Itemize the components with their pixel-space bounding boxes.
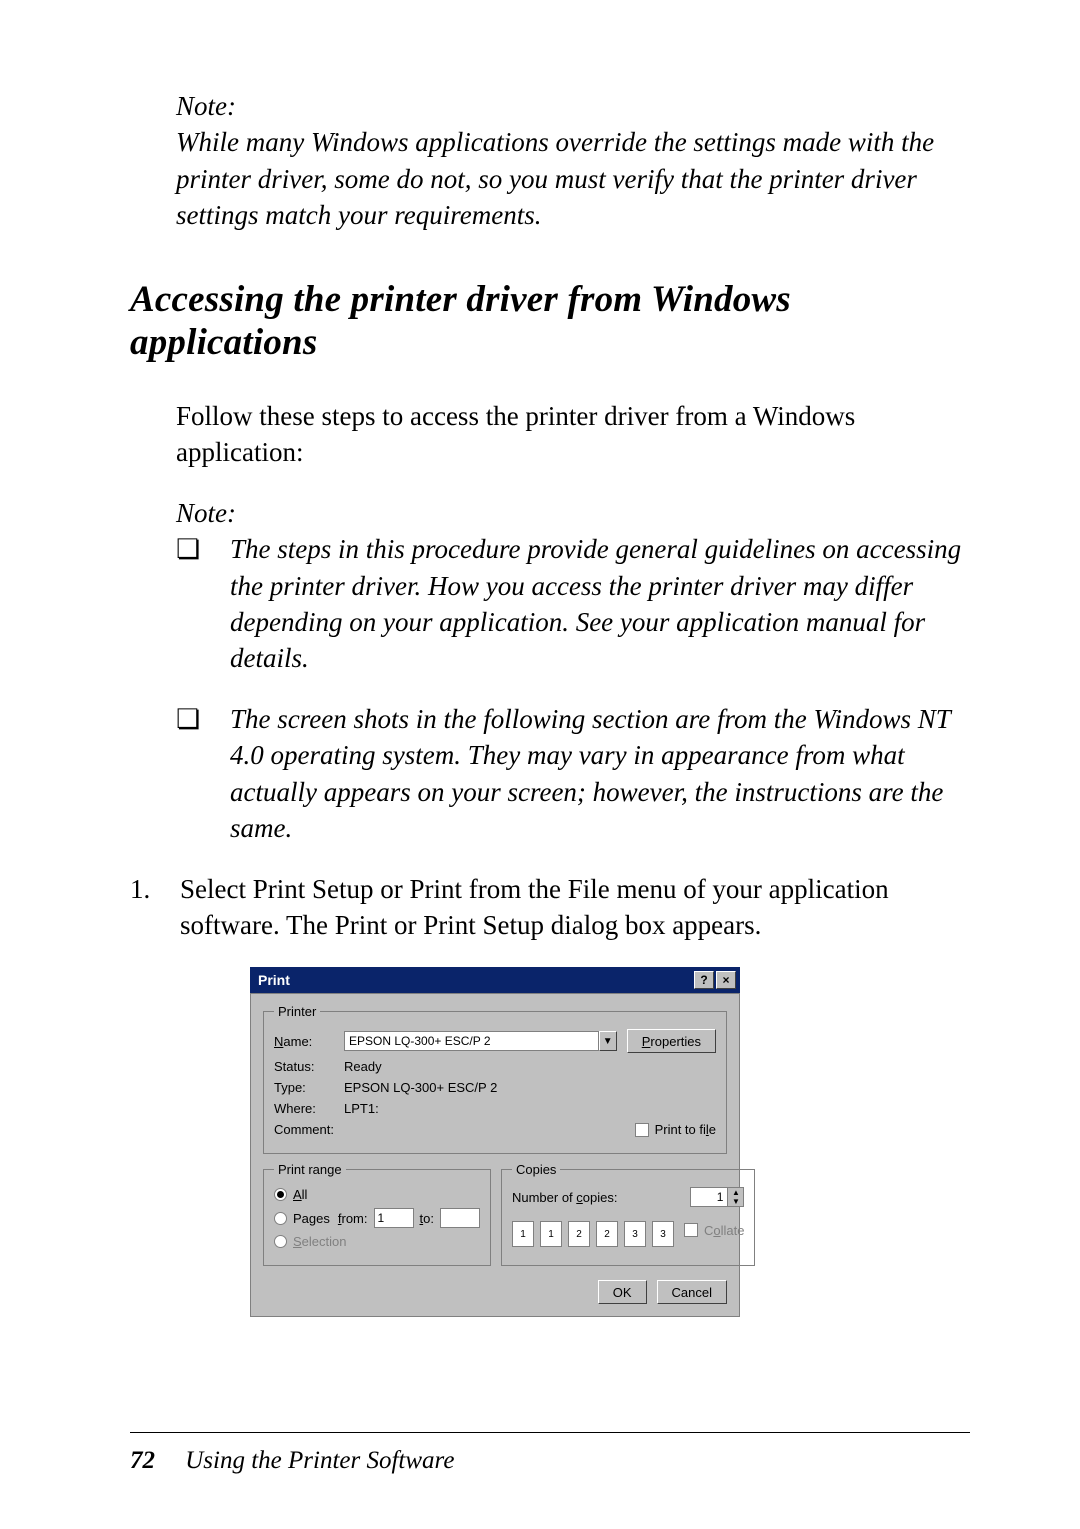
collate-preview-icon: 1 1 2 2 3 3 (512, 1221, 674, 1247)
page-icon: 1 (540, 1221, 562, 1247)
name-label: Name: (274, 1034, 344, 1049)
range-selection-label: Selection (293, 1234, 346, 1249)
num-copies-spinner[interactable]: ▲▼ (690, 1187, 744, 1207)
page-icon: 3 (624, 1221, 646, 1247)
print-to-file-checkbox[interactable] (635, 1123, 649, 1137)
printer-name-combo[interactable]: ▼ (344, 1031, 617, 1051)
footer-rule (130, 1432, 970, 1433)
printer-group: Printer Name: ▼ Properties Status:Ready … (263, 1004, 727, 1154)
printer-name-field[interactable] (344, 1031, 599, 1051)
page-footer: 72 Using the Printer Software (130, 1447, 454, 1475)
note2-head: Note: (176, 495, 970, 531)
to-field[interactable] (440, 1208, 480, 1228)
document-page: Note: While many Windows applications ov… (0, 0, 1080, 1529)
range-pages-radio[interactable] (274, 1212, 287, 1225)
range-all-label: All (293, 1187, 307, 1202)
print-range-group: Print range All Pages from: to: Selectio… (263, 1162, 491, 1266)
properties-button[interactable]: Properties (627, 1029, 716, 1053)
where-label: Where: (274, 1101, 344, 1116)
note1-body: While many Windows applications override… (176, 124, 970, 233)
type-value: EPSON LQ-300+ ESC/P 2 (344, 1080, 497, 1095)
print-range-legend: Print range (274, 1162, 346, 1177)
type-label: Type: (274, 1080, 344, 1095)
print-to-file-label: Print to file (655, 1122, 716, 1137)
section-title: Accessing the printer driver from Window… (130, 278, 970, 364)
from-field[interactable] (374, 1208, 414, 1228)
chapter-title: Using the Printer Software (185, 1447, 454, 1474)
close-button[interactable]: × (716, 971, 736, 989)
help-button[interactable]: ? (694, 971, 714, 989)
list-item: ❏ The screen shots in the following sect… (176, 701, 970, 847)
list-item: ❏ The steps in this procedure provide ge… (176, 531, 970, 677)
list-item: 1. Select Print Setup or Print from the … (130, 871, 970, 944)
dialog-body: Printer Name: ▼ Properties Status:Ready … (250, 993, 740, 1317)
from-label: from: (338, 1211, 368, 1226)
help-icon: ? (700, 973, 707, 987)
page-icon: 1 (512, 1221, 534, 1247)
dialog-title: Print (258, 972, 290, 988)
range-all-radio[interactable] (274, 1188, 287, 1201)
step-text: Select Print Setup or Print from the Fil… (180, 871, 970, 944)
ok-button[interactable]: OK (598, 1280, 647, 1304)
note1-head: Note: (176, 88, 970, 124)
num-copies-field[interactable] (691, 1188, 727, 1206)
close-icon: × (722, 973, 729, 987)
bullet-mark: ❏ (176, 701, 230, 737)
page-icon: 3 (652, 1221, 674, 1247)
dialog-titlebar: Print ? × (250, 967, 740, 993)
note-block-1: Note: While many Windows applications ov… (176, 88, 970, 234)
status-label: Status: (274, 1059, 344, 1074)
bullet-text: The steps in this procedure provide gene… (230, 531, 970, 677)
range-pages-label: Pages (293, 1211, 330, 1226)
spin-up-icon[interactable]: ▲ (727, 1188, 743, 1197)
intro-paragraph: Follow these steps to access the printer… (176, 398, 970, 471)
copies-group: Copies Number of copies: ▲▼ 1 (501, 1162, 755, 1266)
collate-label: Collate (704, 1223, 744, 1238)
chevron-down-icon[interactable]: ▼ (599, 1031, 617, 1051)
print-dialog: Print ? × Printer Name: ▼ Properties (250, 967, 740, 1317)
page-icon: 2 (568, 1221, 590, 1247)
note2-bullets: ❏ The steps in this procedure provide ge… (176, 531, 970, 847)
page-number: 72 (130, 1447, 155, 1474)
bullet-mark: ❏ (176, 531, 230, 567)
ordered-steps: 1. Select Print Setup or Print from the … (130, 871, 970, 944)
cancel-button[interactable]: Cancel (657, 1280, 727, 1304)
bullet-text: The screen shots in the following sectio… (230, 701, 970, 847)
note-block-2: Note: (176, 495, 970, 531)
status-value: Ready (344, 1059, 382, 1074)
where-value: LPT1: (344, 1101, 379, 1116)
printer-legend: Printer (274, 1004, 320, 1019)
step-number: 1. (130, 871, 180, 907)
spin-down-icon[interactable]: ▼ (727, 1197, 743, 1206)
collate-checkbox (684, 1223, 698, 1237)
print-dialog-screenshot: Print ? × Printer Name: ▼ Properties (250, 967, 970, 1317)
range-selection-radio (274, 1235, 287, 1248)
to-label: to: (420, 1211, 434, 1226)
comment-label: Comment: (274, 1122, 344, 1137)
page-icon: 2 (596, 1221, 618, 1247)
num-copies-label: Number of copies: (512, 1190, 618, 1205)
copies-legend: Copies (512, 1162, 560, 1177)
